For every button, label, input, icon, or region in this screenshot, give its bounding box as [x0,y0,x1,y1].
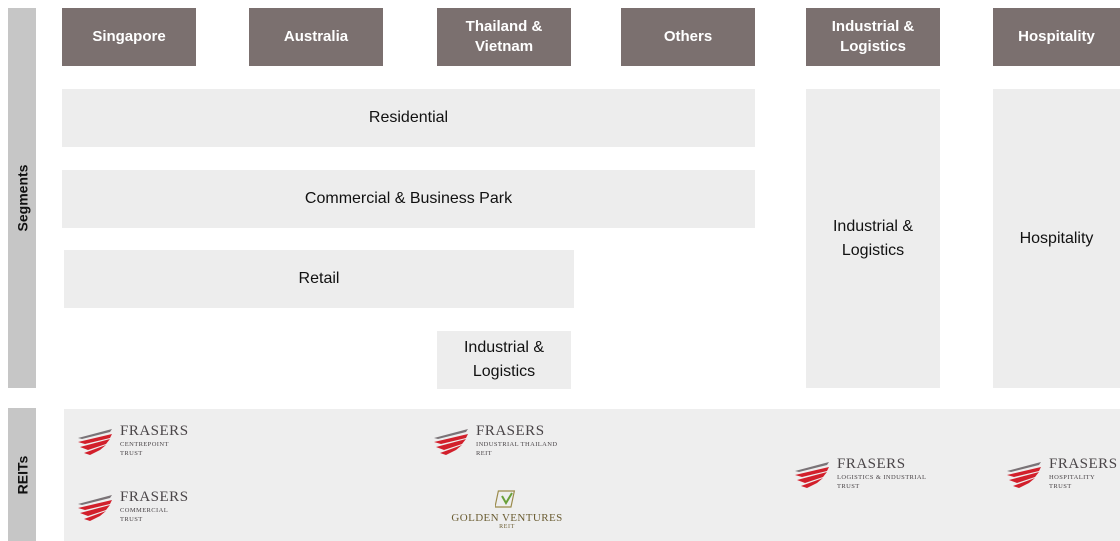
header-thailand-vietnam: Thailand & Vietnam [437,8,571,66]
reit-brand: GOLDEN VENTURES [451,512,563,524]
reit-sub1: INDUSTRIAL THAILAND [476,441,558,448]
segment-commercial-business-park: Commercial & Business Park [62,170,755,228]
frasers-wing-logo-icon [795,461,829,488]
segments-sidebar: Segments [8,8,36,388]
segment-retail: Retail [64,250,574,308]
reit-brand: FRASERS [1049,456,1118,472]
segment-industrial-logistics-column: Industrial & Logistics [806,89,940,388]
reits-band [64,409,1120,541]
reit-sub2: TRUST [1049,483,1072,490]
reit-logo-commercial: FRASERS COMMERCIAL TRUST [76,490,189,523]
reit-sub1: REIT [499,524,515,530]
reit-brand: FRASERS [120,423,189,439]
reits-label: REITs [14,455,31,494]
reit-brand: FRASERS [837,456,906,472]
header-others: Others [621,8,755,66]
header-singapore: Singapore [62,8,196,66]
segments-label: Segments [14,164,31,232]
reit-sub2: TRUST [120,450,143,457]
reit-brand: FRASERS [120,489,189,505]
segment-residential: Residential [62,89,755,147]
frasers-wing-logo-icon [1007,461,1041,488]
reits-sidebar: REITs [8,408,36,541]
frasers-wing-logo-icon [434,428,468,455]
reit-logo-logistics-industrial: FRASERS LOGISTICS & INDUSTRIAL TRUST [793,457,926,490]
header-hospitality: Hospitality [993,8,1120,66]
reit-brand: FRASERS [476,423,545,439]
reit-sub1: COMMERCIAL [120,507,169,514]
reit-sub2: TRUST [120,516,143,523]
reit-logo-golden-ventures: GOLDEN VENTURES REIT [447,488,567,530]
reit-sub1: CENTREPOINT [120,441,169,448]
segment-industrial-logistics-small: Industrial & Logistics [437,331,571,389]
reit-sub2: TRUST [837,483,860,490]
segment-hospitality-column: Hospitality [993,89,1120,388]
reit-sub1: LOGISTICS & INDUSTRIAL [837,474,927,481]
frasers-wing-logo-icon [78,494,112,521]
reit-logo-hospitality: FRASERS HOSPITALITY TRUST [1005,457,1118,490]
reit-sub2: REIT [476,450,493,457]
header-australia: Australia [249,8,383,66]
reit-logo-industrial-thailand: FRASERS INDUSTRIAL THAILAND REIT [432,424,557,457]
golden-ventures-logo-icon [495,490,516,508]
header-industrial-logistics: Industrial & Logistics [806,8,940,66]
frasers-wing-logo-icon [78,428,112,455]
reit-logo-centrepoint: FRASERS CENTREPOINT TRUST [76,424,189,457]
reit-sub1: HOSPITALITY [1049,474,1096,481]
